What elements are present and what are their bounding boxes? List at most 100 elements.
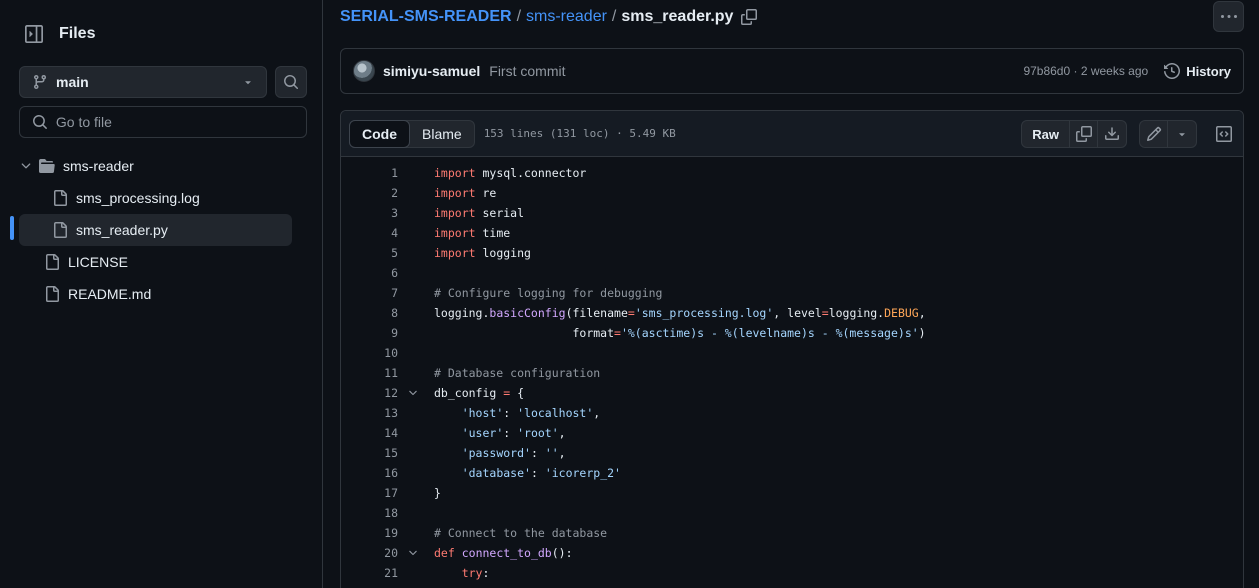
fold-chevron-icon[interactable] [407,383,419,403]
code-text: 'password': '', [461,446,566,460]
breadcrumb-folder-link[interactable]: sms-reader [526,8,607,26]
fold-chevron-icon[interactable] [407,543,419,563]
symbols-panel-button[interactable] [1213,123,1235,145]
tree-item-file-selected[interactable]: sms_reader.py [19,214,292,246]
file-actions: Raw [1021,120,1197,148]
line-number[interactable]: 8 [341,303,398,323]
code-line: 10 [341,343,1243,363]
file-icon [46,254,59,270]
avatar[interactable] [353,60,375,82]
line-number[interactable]: 21 [341,563,398,583]
edit-file-button[interactable] [1140,121,1168,147]
history-button[interactable]: History [1164,63,1231,79]
line-number[interactable]: 13 [341,403,398,423]
line-number[interactable]: 12 [341,383,398,403]
more-options-button[interactable] [1213,1,1244,32]
code-line: 14 'user': 'root', [341,423,1243,443]
file-tree-sidebar: Files main sms-reader sms_processing.log… [0,0,323,588]
branch-selector[interactable]: main [19,66,267,98]
tree-item-file[interactable]: sms_processing.log [47,182,292,214]
edit-actions-group [1139,120,1197,148]
line-number[interactable]: 11 [341,363,398,383]
code-line: 3 import serial [341,203,1243,223]
branch-name: main [56,74,89,90]
line-number[interactable]: 15 [341,443,398,463]
file-icon [54,190,67,206]
code-text: # Database configuration [434,366,601,380]
code-line: 1 import mysql.connector [341,163,1243,183]
commit-message[interactable]: First commit [489,63,565,79]
search-icon [32,115,47,129]
line-number[interactable]: 16 [341,463,398,483]
chevron-down-icon [21,163,31,169]
tree-item-folder[interactable]: sms-reader [19,150,292,182]
line-number[interactable]: 7 [341,283,398,303]
file-viewer: Code Blame 153 lines (131 loc) · 5.49 KB… [340,110,1244,588]
pencil-icon [1146,126,1161,142]
tree-item-label: sms-reader [63,158,134,174]
tree-item-file[interactable]: LICENSE [19,246,292,278]
code-text: import time [434,226,511,240]
tab-blame[interactable]: Blame [410,121,474,147]
line-number[interactable]: 19 [341,523,398,543]
tree-item-file[interactable]: README.md [19,278,292,310]
code-text: 'host': 'localhost', [461,406,601,420]
code-text: import re [434,186,497,200]
copy-path-button[interactable] [741,9,758,25]
download-button[interactable] [1098,121,1126,147]
tab-code[interactable]: Code [349,119,410,148]
line-number[interactable]: 2 [341,183,398,203]
selected-indicator [10,216,14,240]
code-line: 8 logging.basicConfig(filename='sms_proce… [341,303,1243,323]
download-icon [1105,127,1119,140]
history-label: History [1186,63,1231,79]
line-number[interactable]: 20 [341,543,398,563]
code-line: 7 # Configure logging for debugging [341,283,1243,303]
go-to-file-field[interactable] [19,106,307,138]
breadcrumb-repo-link[interactable]: SERIAL-SMS-READER [340,8,512,26]
breadcrumb-separator: / [516,8,522,25]
code-text: # Configure logging for debugging [434,286,663,300]
code-line: 11 # Database configuration [341,363,1243,383]
search-icon [284,75,299,90]
branch-icon [33,75,46,90]
breadcrumb-current-file: sms_reader.py [621,8,734,25]
code-text: def connect_to_db(): [434,546,573,560]
code-line: 12 db_config = { [341,383,1243,403]
code-line: 15 'password': '', [341,443,1243,463]
line-number[interactable]: 10 [341,343,398,363]
line-number[interactable]: 18 [341,503,398,523]
search-files-button[interactable] [275,66,307,98]
line-number[interactable]: 1 [341,163,398,183]
code-text: # Connect to the database [434,526,608,540]
line-number[interactable]: 3 [341,203,398,223]
code-line: 20 def connect_to_db(): [341,543,1243,563]
raw-actions-group: Raw [1021,120,1127,148]
line-number[interactable]: 6 [341,263,398,283]
symbols-icon [1216,126,1232,142]
line-number[interactable]: 9 [341,323,398,343]
sidebar-header: Files [19,20,95,48]
line-number[interactable]: 4 [341,223,398,243]
edit-options-dropdown[interactable] [1168,121,1196,147]
code-text: try: [461,566,490,580]
file-icon [54,222,67,238]
line-number[interactable]: 17 [341,483,398,503]
line-number[interactable]: 14 [341,423,398,443]
tree-item-label: README.md [68,286,152,302]
code-line: 13 'host': 'localhost', [341,403,1243,423]
copy-icon [1075,126,1092,142]
commit-author[interactable]: simiyu-samuel [383,63,480,79]
code-line: 18 [341,503,1243,523]
copy-raw-button[interactable] [1070,121,1098,147]
sidebar-title: Files [59,25,96,42]
commit-meta[interactable]: 97b86d0 · 2 weeks ago [1023,64,1148,78]
latest-commit-bar: simiyu-samuel First commit 97b86d0 · 2 w… [340,48,1244,94]
go-to-file-input[interactable] [55,114,294,130]
code-text: db_config = { [434,386,525,400]
code-line: 5 import logging [341,243,1243,263]
collapse-sidebar-button[interactable] [19,19,49,49]
raw-button[interactable]: Raw [1022,121,1070,147]
line-number[interactable]: 5 [341,243,398,263]
breadcrumb-separator: / [611,8,617,25]
